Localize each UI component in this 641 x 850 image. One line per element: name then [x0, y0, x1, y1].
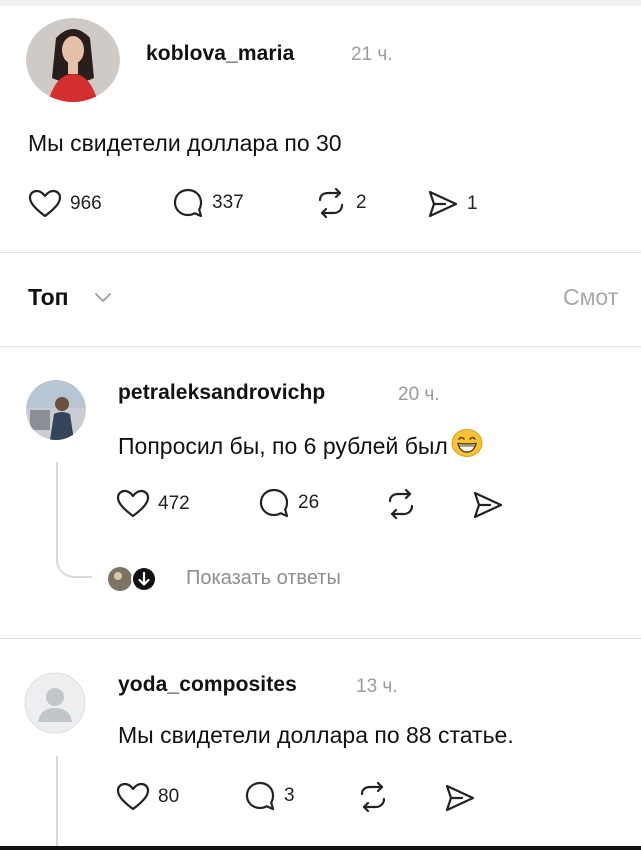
- comment-author-avatar[interactable]: [24, 672, 86, 734]
- comment-like-count: 80: [158, 786, 180, 807]
- send-icon: [428, 190, 458, 218]
- post-share-count: 1: [467, 193, 478, 214]
- comment-bubble-icon: [245, 781, 275, 811]
- post-like-count: 966: [70, 193, 102, 214]
- thread-line: [56, 756, 58, 850]
- post-comment-count: 337: [212, 192, 244, 213]
- post-repost-button[interactable]: 2: [314, 188, 367, 218]
- comment-reply-button[interactable]: 3: [244, 780, 295, 812]
- comment-text: Мы свидетели доллара по 88 статье.: [118, 722, 514, 748]
- heart-icon: [116, 489, 150, 518]
- show-replies-link[interactable]: Показать ответы: [186, 567, 341, 590]
- comment-bubble-icon: [259, 488, 289, 518]
- comment-text: Попросил бы, по 6 рублей был: [118, 428, 484, 460]
- post-text: Мы свидетели доллара по 30: [28, 130, 342, 156]
- comment-reply-count: 26: [298, 492, 320, 513]
- bottom-edge: [0, 846, 641, 850]
- avatar-photo-icon: [26, 380, 86, 440]
- chevron-down-icon[interactable]: [94, 292, 112, 304]
- post-comment-button[interactable]: 337: [172, 187, 244, 219]
- comment-repost-button[interactable]: [384, 489, 418, 519]
- post-like-button[interactable]: 966: [28, 189, 102, 219]
- comment-reply-button[interactable]: 26: [258, 487, 319, 519]
- send-icon: [473, 491, 503, 519]
- replies-avatars[interactable]: [106, 564, 158, 594]
- top-strip: [0, 0, 641, 6]
- post-author-avatar[interactable]: [26, 18, 120, 102]
- repost-icon: [388, 489, 414, 519]
- comment-share-button[interactable]: [472, 490, 504, 520]
- divider: [0, 638, 641, 639]
- post-timestamp: 21 ч.: [351, 44, 393, 65]
- comment-text-content: Попросил бы, по 6 рублей был: [118, 433, 448, 459]
- thread-connector: [56, 540, 92, 578]
- comment-repost-button[interactable]: [356, 782, 390, 812]
- post-share-button[interactable]: 1: [427, 189, 478, 219]
- avatar-photo-icon: [26, 18, 120, 102]
- sort-dropdown-label[interactable]: Топ: [28, 284, 69, 311]
- default-avatar-icon: [24, 672, 86, 734]
- view-activity-link[interactable]: Смот: [563, 284, 618, 311]
- replier-avatars-icon: [108, 566, 157, 592]
- heart-icon: [28, 189, 62, 218]
- comment-like-count: 472: [158, 493, 190, 514]
- post-repost-count: 2: [356, 192, 367, 213]
- comment-timestamp: 20 ч.: [398, 384, 440, 405]
- send-icon: [445, 784, 475, 812]
- comment-share-button[interactable]: [444, 783, 476, 813]
- comment-bubble-icon: [173, 188, 203, 218]
- divider: [0, 346, 641, 347]
- comment-like-button[interactable]: 472: [116, 489, 190, 519]
- comment-author-avatar[interactable]: [26, 380, 86, 440]
- divider: [0, 252, 641, 253]
- heart-icon: [116, 782, 150, 811]
- comment-timestamp: 13 ч.: [356, 676, 398, 697]
- comment-username[interactable]: petraleksandrovichp: [118, 381, 325, 405]
- repost-icon: [318, 188, 344, 218]
- repost-icon: [360, 782, 386, 812]
- comment-reply-count: 3: [284, 785, 295, 806]
- comment-username[interactable]: yoda_composites: [118, 673, 297, 697]
- comment-like-button[interactable]: 80: [116, 782, 179, 812]
- grinning-face-icon: [451, 429, 483, 457]
- post-username[interactable]: koblova_maria: [146, 42, 294, 66]
